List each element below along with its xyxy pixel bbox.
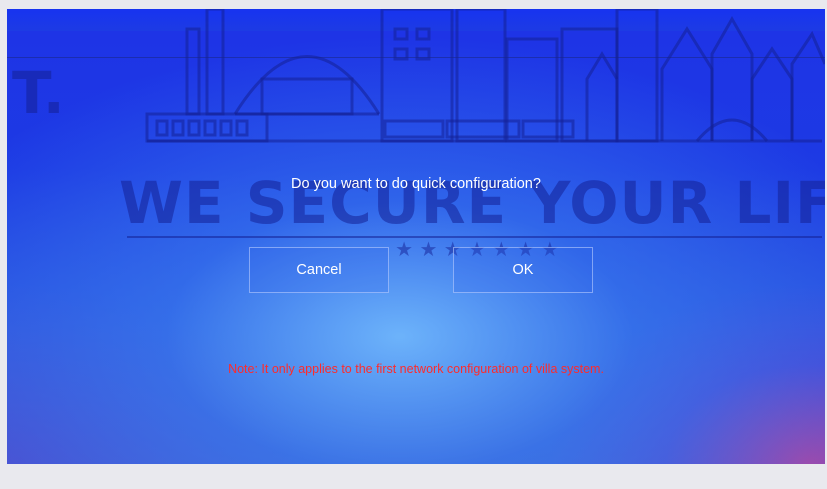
cancel-button[interactable]: Cancel [249,247,389,293]
ok-button[interactable]: OK [453,247,593,293]
note-text: Note: It only applies to the first netwo… [228,362,604,376]
top-band [7,9,825,31]
dialog-message: Do you want to do quick configuration? [291,176,541,192]
band-line [7,57,825,58]
logo-fragment: T. [12,59,65,127]
screen: ★ ★ ★ ★ ★ ★ ★ T. WE SECURE YOUR LIFE Do … [7,9,825,464]
